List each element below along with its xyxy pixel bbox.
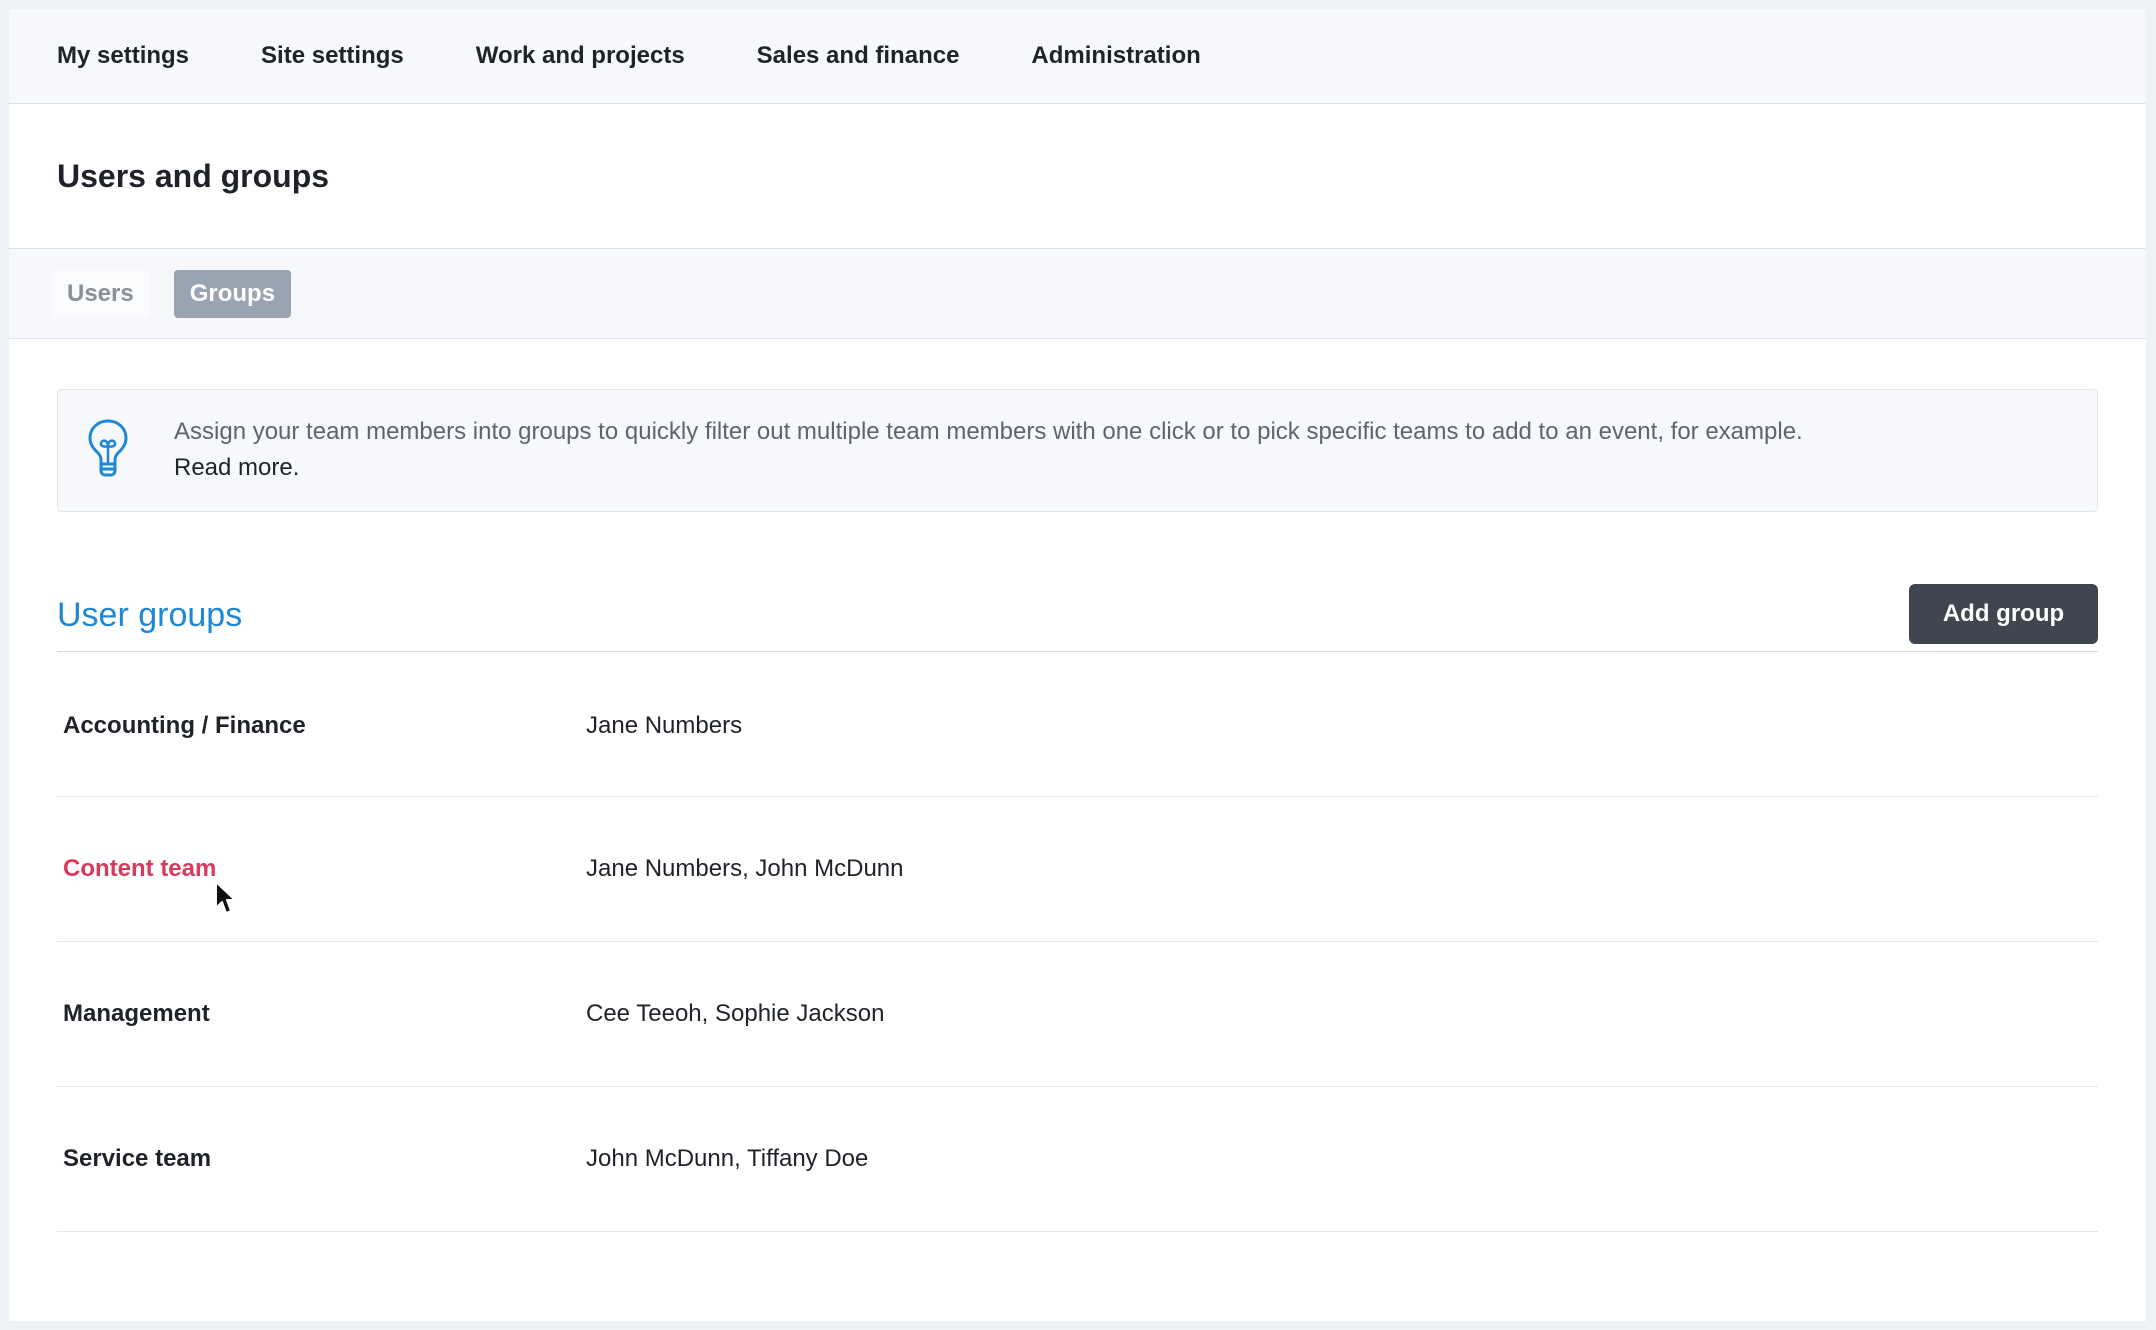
group-row: Service team John McDunn, Tiffany Doe <box>57 1087 2098 1232</box>
group-name-link[interactable]: Accounting / Finance <box>63 712 306 740</box>
group-list: Accounting / Finance Jane Numbers Conten… <box>57 652 2098 1232</box>
group-row: Accounting / Finance Jane Numbers <box>57 652 2098 797</box>
info-description: Assign your team members into groups to … <box>174 418 1803 445</box>
user-groups-header: User groups Add group <box>57 584 2098 652</box>
nav-my-settings[interactable]: My settings <box>57 42 189 70</box>
nav-sales-and-finance[interactable]: Sales and finance <box>757 42 960 70</box>
nav-work-and-projects[interactable]: Work and projects <box>476 42 685 70</box>
lightbulb-icon <box>88 419 128 477</box>
tab-users[interactable]: Users <box>51 269 150 318</box>
top-navigation: My settings Site settings Work and proje… <box>9 9 2146 104</box>
group-members: John McDunn, Tiffany Doe <box>586 1145 869 1172</box>
group-members: Cee Teeoh, Sophie Jackson <box>586 1000 885 1027</box>
group-name-link[interactable]: Service team <box>63 1145 211 1173</box>
info-text-block: Assign your team members into groups to … <box>174 414 1803 486</box>
group-row: Content team Jane Numbers, John McDunn <box>57 797 2098 942</box>
main-content: Assign your team members into groups to … <box>9 339 2146 1232</box>
group-members: Jane Numbers <box>586 712 743 739</box>
group-name-link[interactable]: Content team <box>63 855 216 883</box>
add-group-button[interactable]: Add group <box>1909 584 2098 644</box>
page-title: Users and groups <box>57 157 330 194</box>
app-window: My settings Site settings Work and proje… <box>9 9 2146 1321</box>
group-row: Management Cee Teeoh, Sophie Jackson <box>57 942 2098 1087</box>
read-more-link[interactable]: Read more. <box>174 450 299 486</box>
nav-site-settings[interactable]: Site settings <box>261 42 404 70</box>
group-members: Jane Numbers, John McDunn <box>586 855 904 882</box>
page-header: Users and groups <box>9 104 2146 249</box>
tab-bar: Users Groups <box>9 249 2146 339</box>
nav-administration[interactable]: Administration <box>1031 42 1200 70</box>
tab-groups[interactable]: Groups <box>173 269 292 318</box>
info-banner: Assign your team members into groups to … <box>57 389 2098 512</box>
group-name-link[interactable]: Management <box>63 1000 210 1028</box>
section-title: User groups <box>57 596 243 634</box>
